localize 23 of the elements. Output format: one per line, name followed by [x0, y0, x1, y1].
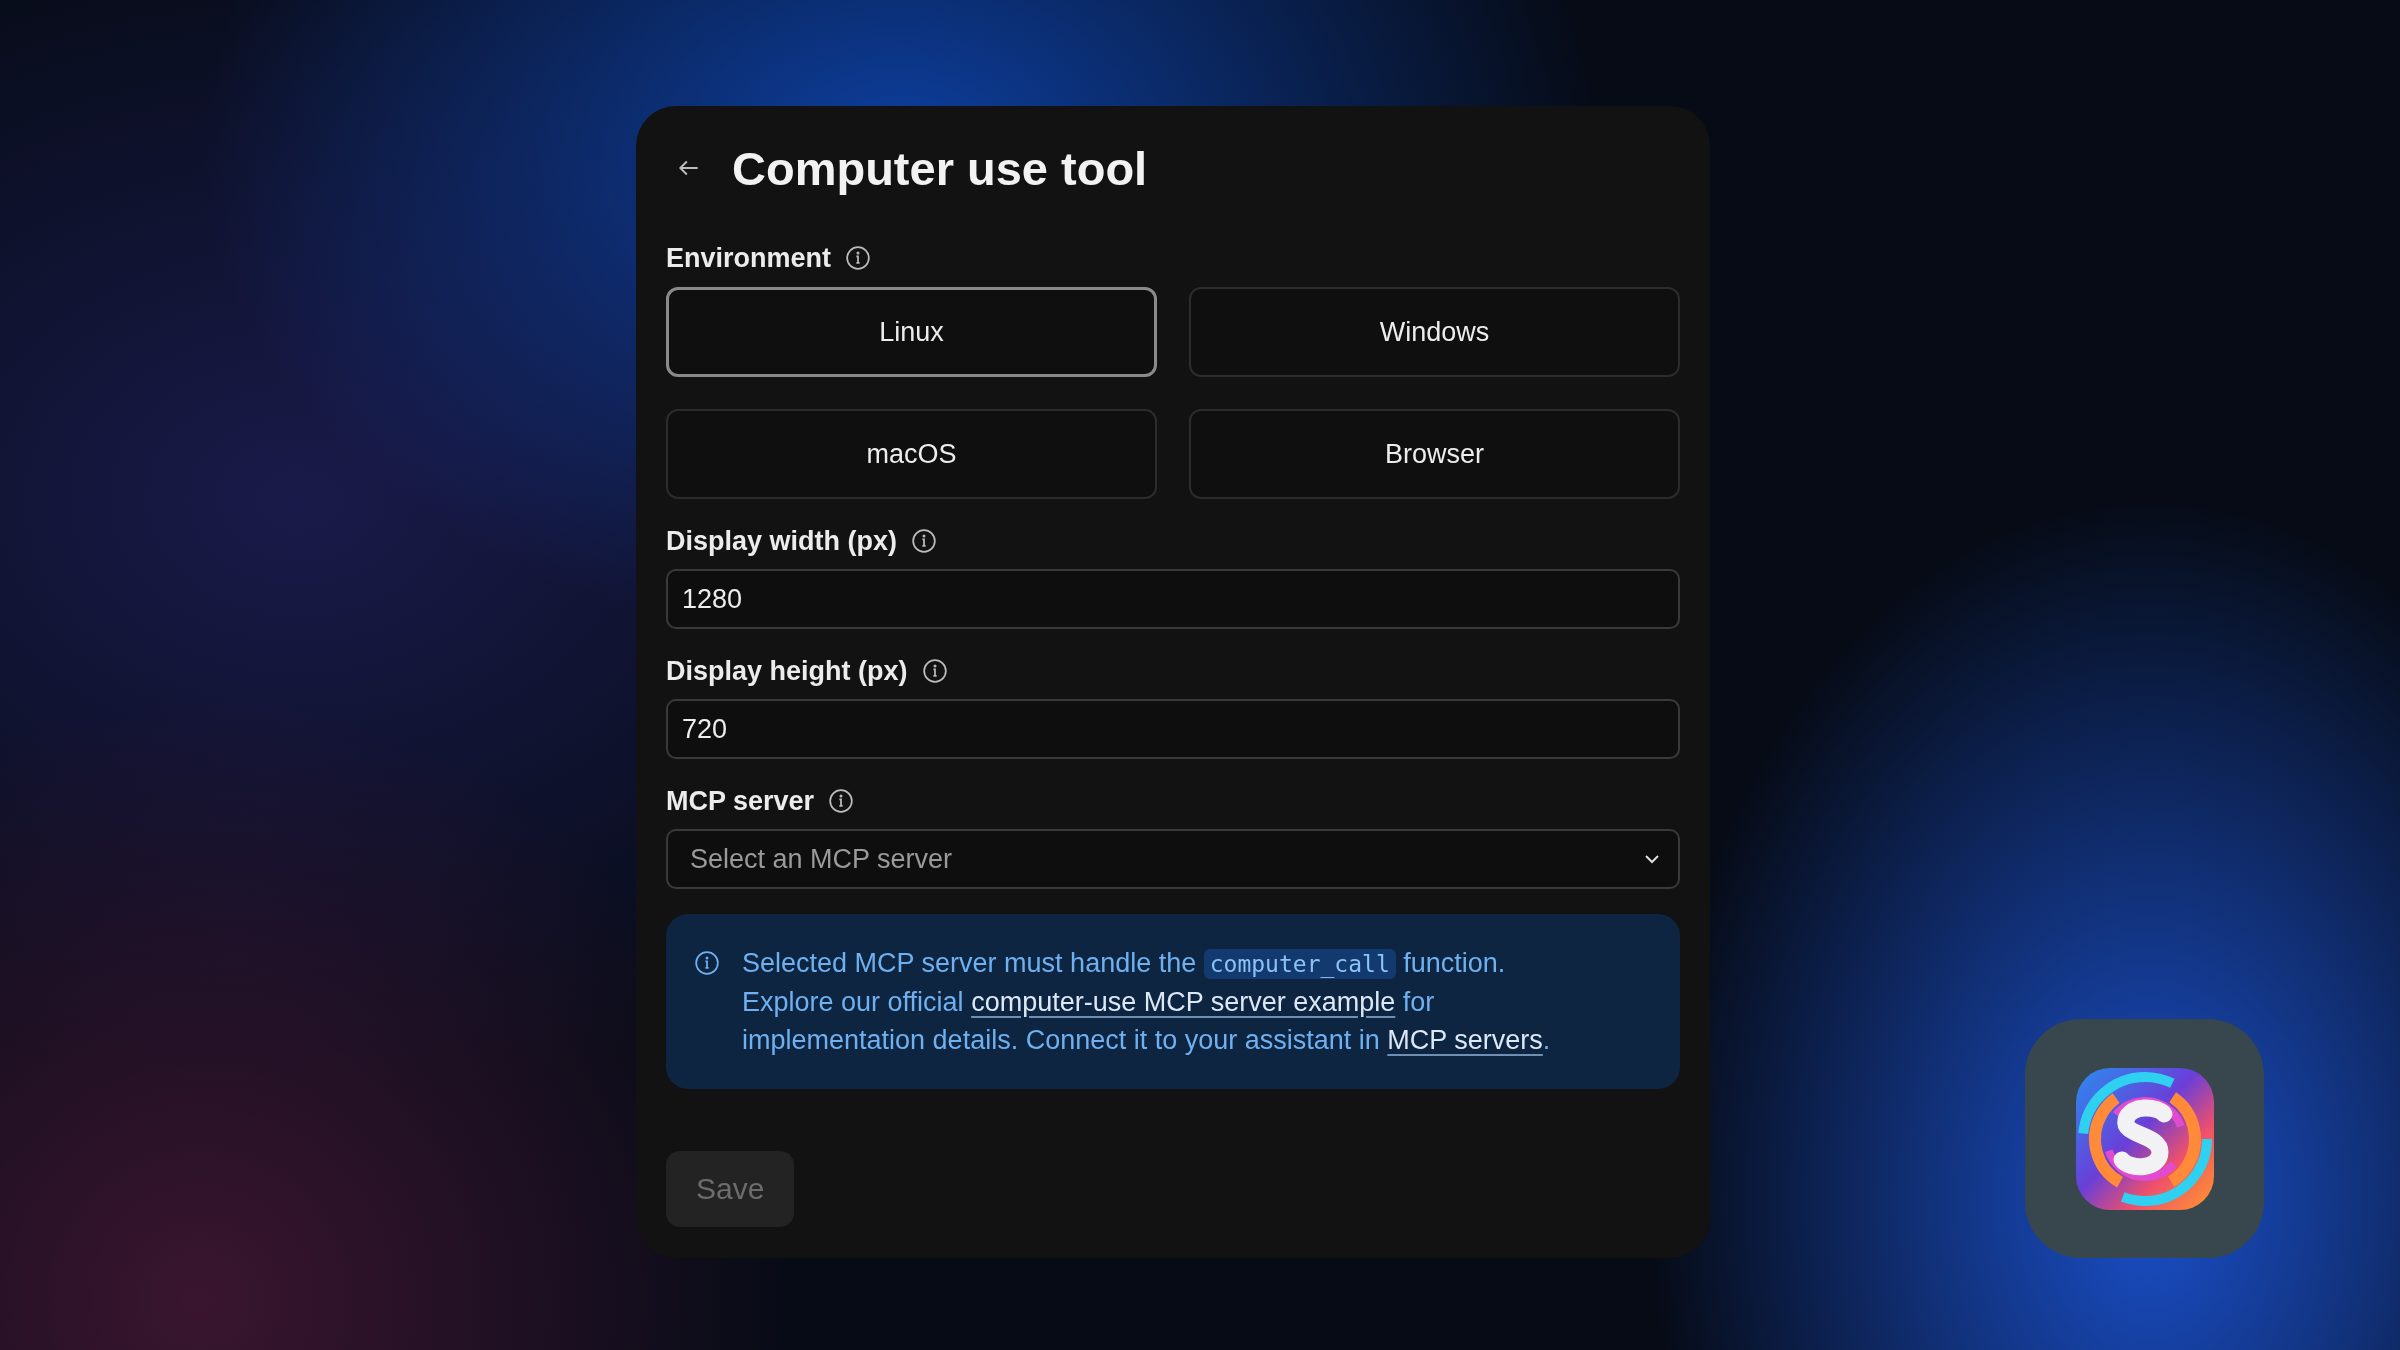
environment-option[interactable]: Linux: [666, 287, 1157, 377]
environment-option[interactable]: macOS: [666, 409, 1157, 499]
field-label: Display width (px): [666, 525, 898, 557]
text-link[interactable]: computer-use MCP server example: [971, 987, 1396, 1017]
page-title: Computer use tool: [732, 140, 1148, 196]
input-field[interactable]: 1280: [666, 569, 1680, 629]
inline-code: computer_call: [1203, 949, 1396, 979]
select-field[interactable]: Select an MCP server: [666, 829, 1680, 889]
field-label: Environment: [666, 242, 832, 274]
text-link[interactable]: MCP servers: [1387, 1025, 1543, 1055]
environment-option[interactable]: Windows: [1189, 287, 1680, 377]
environment-option[interactable]: Browser: [1189, 409, 1680, 499]
info-icon[interactable]: [845, 245, 872, 271]
input-field[interactable]: 720: [666, 699, 1680, 759]
info-message: Selected MCP server must handle the computer_call function. Explore our official computer-use MCP server example for implementation details. Connect it to your assistant in MCP servers.: [742, 947, 1552, 1057]
info-icon[interactable]: [921, 658, 948, 684]
info-icon[interactable]: [911, 528, 938, 554]
info-icon[interactable]: [828, 788, 855, 814]
info-icon: [694, 950, 720, 976]
swirl-logo-icon: [2075, 1067, 2214, 1210]
field-label: MCP server: [666, 785, 815, 817]
app-icon-tile[interactable]: [2025, 1019, 2264, 1258]
field-label: Display height (px): [666, 655, 908, 687]
